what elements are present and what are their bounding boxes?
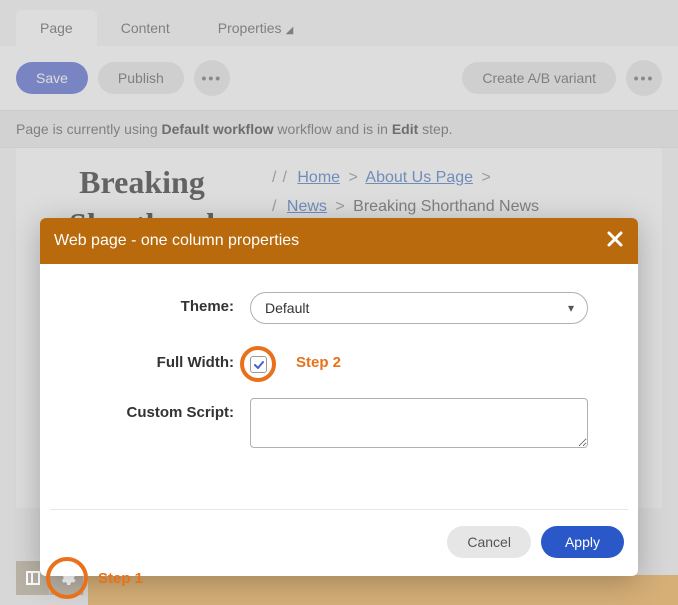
theme-row: Theme: Default: [90, 292, 588, 324]
fullwidth-checkbox[interactable]: [250, 356, 267, 373]
breadcrumb-about[interactable]: About Us Page: [365, 169, 473, 186]
status-prefix: Page is currently using: [16, 121, 162, 137]
workflow-status-bar: Page is currently using Default workflow…: [0, 110, 678, 148]
caret-icon: ◢: [286, 25, 294, 36]
customscript-textarea[interactable]: [250, 398, 588, 448]
more-button[interactable]: •••: [194, 60, 230, 96]
breadcrumb-home[interactable]: Home: [297, 169, 340, 186]
modal-header: Web page - one column properties: [40, 218, 638, 264]
close-icon[interactable]: [606, 230, 624, 252]
check-icon: [253, 359, 265, 371]
tab-properties-label: Properties: [218, 20, 282, 36]
layout-icon: [26, 571, 40, 585]
theme-select[interactable]: Default: [250, 292, 588, 324]
toolbar-more-button[interactable]: •••: [626, 60, 662, 96]
tab-properties[interactable]: Properties ◢: [194, 10, 318, 46]
modal-body: Theme: Default Full Width: Step 2 Custom: [40, 264, 638, 493]
status-workflow-name: Default workflow: [162, 121, 274, 137]
publish-button[interactable]: Publish: [98, 62, 184, 94]
save-button[interactable]: Save: [16, 62, 88, 94]
ellipsis-icon: •••: [634, 70, 655, 86]
customscript-label: Custom Script:: [90, 398, 250, 421]
properties-modal: Web page - one column properties Theme: …: [40, 218, 638, 576]
modal-footer: Cancel Apply: [40, 510, 638, 576]
customscript-row: Custom Script:: [90, 398, 588, 451]
theme-label: Theme:: [90, 292, 250, 315]
modal-title: Web page - one column properties: [54, 232, 299, 250]
fullwidth-row: Full Width: Step 2: [90, 348, 588, 374]
create-ab-variant-button[interactable]: Create A/B variant: [462, 62, 616, 94]
annotation-label-step2: Step 2: [296, 354, 341, 371]
tab-page[interactable]: Page: [16, 10, 97, 46]
status-mid: workflow and is in: [274, 121, 392, 137]
cancel-button[interactable]: Cancel: [447, 526, 531, 558]
apply-button[interactable]: Apply: [541, 526, 624, 558]
breadcrumb-current: Breaking Shorthand News: [353, 198, 539, 215]
ellipsis-icon: •••: [201, 70, 222, 86]
toolbar: Save Publish ••• Create A/B variant •••: [0, 46, 678, 110]
status-suffix: step.: [418, 121, 452, 137]
tab-content[interactable]: Content: [97, 10, 194, 46]
top-tabs: Page Content Properties ◢: [0, 0, 678, 46]
fullwidth-label: Full Width:: [90, 348, 250, 371]
breadcrumb-news[interactable]: News: [287, 198, 327, 215]
status-step-name: Edit: [392, 121, 418, 137]
bottom-strip: [88, 575, 678, 605]
